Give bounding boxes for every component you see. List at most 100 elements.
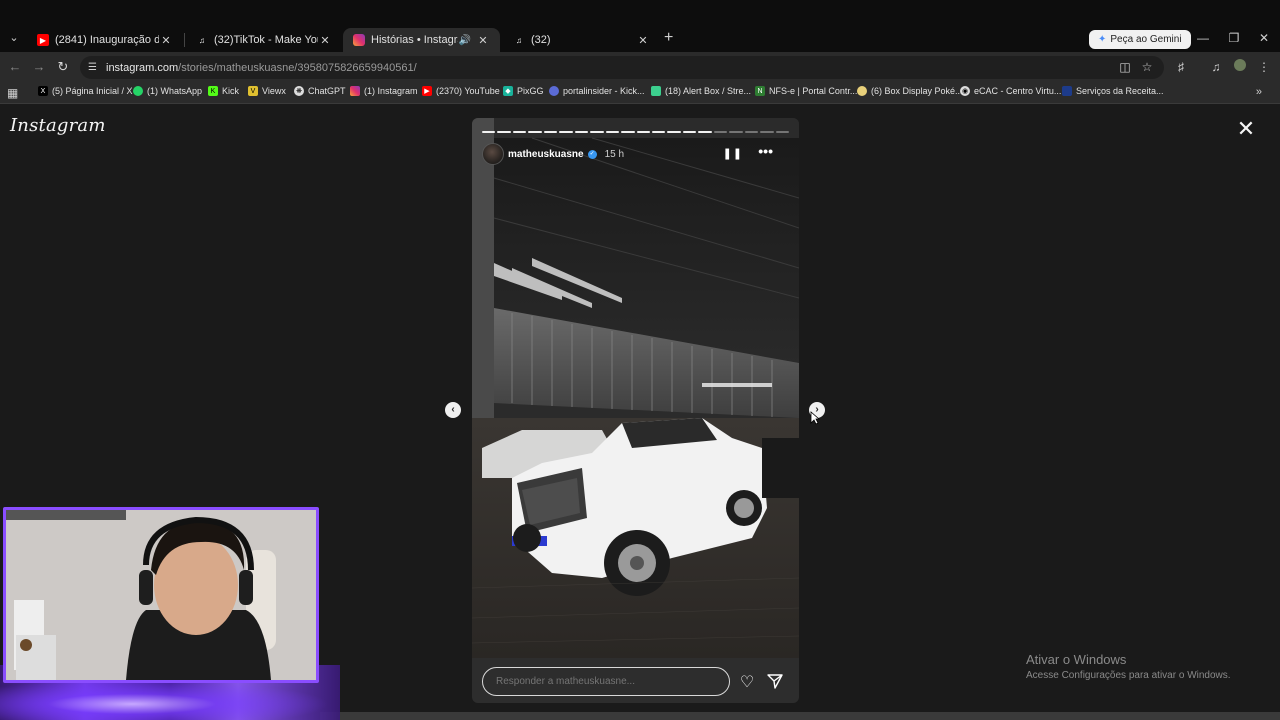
tab-title: (32) xyxy=(531,34,551,46)
new-tab-icon[interactable]: + xyxy=(664,30,678,46)
story-time: 15 h xyxy=(604,148,625,160)
restore-icon[interactable]: ❐ xyxy=(1227,31,1241,45)
windows-activation-watermark: Ativar o Windows Acesse Configurações pa… xyxy=(1026,652,1231,681)
browser-toolbar: ← → ↻ ☰ instagram.com/stories/matheuskua… xyxy=(0,52,1280,82)
tab-tiktok[interactable]: ♫ (32)TikTok - Make Your Day ✕ xyxy=(186,28,342,52)
whatsapp-icon xyxy=(133,86,143,96)
url-path: /stories/matheuskuasne/39580758266599405… xyxy=(178,61,417,74)
instagram-icon xyxy=(353,34,365,46)
bookmarks-bar: ▦ X (5) Página Inicial / X (1) WhatsApp K… xyxy=(0,82,1280,104)
story-username[interactable]: matheuskuasne xyxy=(508,149,584,160)
tiktok-icon: ♫ xyxy=(516,35,522,45)
close-icon[interactable]: ✕ xyxy=(1236,118,1256,140)
browser-menu-icon[interactable]: ⋮ xyxy=(1256,59,1272,75)
bookmark-label: Serviços da Receita... xyxy=(1076,86,1164,96)
url-host: instagram.com xyxy=(106,61,179,74)
audio-playing-icon[interactable]: 🔊 xyxy=(458,35,472,46)
bookmark-instagram[interactable]: (1) Instagram xyxy=(350,86,418,96)
bookmark-portalinsider[interactable]: portalinsider - Kick... xyxy=(549,86,645,96)
bookmark-pixgg[interactable]: ◆ PixGG xyxy=(503,86,544,96)
progress-segment xyxy=(713,131,728,133)
bookmark-label: eCAC - Centro Virtu... xyxy=(974,86,1062,96)
progress-segment xyxy=(559,131,573,133)
bookmark-label: ChatGPT xyxy=(308,86,346,96)
reply-input[interactable] xyxy=(482,667,730,696)
close-window-icon[interactable]: ✕ xyxy=(1257,31,1271,45)
like-heart-icon[interactable]: ♡ xyxy=(738,672,756,692)
ecac-icon: ◉ xyxy=(960,86,970,96)
tab-search-icon[interactable]: ⌄ xyxy=(6,30,22,46)
bookmark-label: NFS-e | Portal Contr... xyxy=(769,86,858,96)
bookmark-x[interactable]: X (5) Página Inicial / X xyxy=(38,86,133,96)
bookmark-label: portalinsider - Kick... xyxy=(563,86,645,96)
chatgpt-icon: ❋ xyxy=(294,86,304,96)
close-tab-icon[interactable]: ✕ xyxy=(159,34,173,47)
progress-segment xyxy=(744,131,759,133)
progress-segment xyxy=(621,131,635,133)
bookmark-label: (1) WhatsApp xyxy=(147,86,203,96)
pokeball-icon xyxy=(857,86,867,96)
bookmark-receita[interactable]: Serviços da Receita... xyxy=(1062,86,1164,96)
bookmark-nfse[interactable]: N NFS-e | Portal Contr... xyxy=(755,86,857,96)
story-viewer[interactable]: matheuskuasne ✓ 15 h ❚❚ ••• ♡ xyxy=(472,118,799,703)
reload-icon[interactable]: ↻ xyxy=(55,59,71,75)
bookmark-alertbox[interactable]: (18) Alert Box / Stre... xyxy=(651,86,751,96)
bookmark-label: (1) Instagram xyxy=(364,86,418,96)
progress-segment xyxy=(651,131,666,133)
taskbar-strip xyxy=(320,712,1280,720)
bookmark-pokemon[interactable]: (6) Box Display Poké... xyxy=(857,86,963,96)
tab-title: (2841) Inauguração do novo m xyxy=(55,34,159,46)
media-controls-icon[interactable]: ♫ xyxy=(1208,59,1224,75)
gemini-button[interactable]: ✦ Peça ao Gemini xyxy=(1089,30,1191,49)
watermark-subtitle: Acesse Configurações para ativar o Windo… xyxy=(1026,670,1231,681)
bookmark-label: PixGG xyxy=(517,86,544,96)
bookmark-whatsapp[interactable]: (1) WhatsApp xyxy=(133,86,202,96)
bookmark-star-icon[interactable]: ☆ xyxy=(1139,59,1155,75)
verified-badge-icon: ✓ xyxy=(587,149,597,159)
alertbox-icon xyxy=(651,86,661,96)
portal-icon xyxy=(549,86,559,96)
bookmark-label: (18) Alert Box / Stre... xyxy=(665,86,752,96)
more-bookmarks-icon[interactable]: » xyxy=(1256,86,1262,98)
bookmark-label: Viewx xyxy=(262,86,286,96)
tab-instagram-stories[interactable]: Histórias • Instagram 🔊 ✕ xyxy=(343,28,500,52)
close-tab-icon[interactable]: ✕ xyxy=(318,34,332,47)
tab-title: (32)TikTok - Make Your Day xyxy=(214,34,318,46)
tiktok-icon: ♫ xyxy=(199,35,205,45)
bookmark-viewx[interactable]: V Viewx xyxy=(248,86,286,96)
youtube-icon: ▶ xyxy=(422,86,432,96)
forward-icon[interactable]: → xyxy=(31,59,47,75)
close-tab-icon[interactable]: ✕ xyxy=(476,34,490,47)
webcam-overlay xyxy=(3,507,319,683)
previous-story-button[interactable]: ‹ xyxy=(445,402,461,418)
progress-segment xyxy=(543,131,558,133)
bookmark-chatgpt[interactable]: ❋ ChatGPT xyxy=(294,86,346,96)
tab-tiktok-2[interactable]: ♫ (32) ✕ xyxy=(503,28,660,52)
bookmark-kick[interactable]: K Kick xyxy=(208,86,239,96)
apps-grid-icon[interactable]: ▦ xyxy=(7,86,18,100)
bookmark-ecac[interactable]: ◉ eCAC - Centro Virtu... xyxy=(960,86,1061,96)
avatar[interactable] xyxy=(482,143,504,165)
progress-segment xyxy=(682,131,697,133)
close-tab-icon[interactable]: ✕ xyxy=(636,34,650,47)
nfse-icon: N xyxy=(755,86,765,96)
youtube-icon: ▶ xyxy=(37,34,49,46)
profile-avatar-icon[interactable] xyxy=(1232,59,1248,75)
webcam-glow-highlight xyxy=(0,680,330,720)
progress-segment xyxy=(528,131,542,133)
bookmark-youtube[interactable]: ▶ (2370) YouTube xyxy=(422,86,500,96)
viewx-icon: V xyxy=(248,86,258,96)
back-icon[interactable]: ← xyxy=(7,59,23,75)
progress-segment xyxy=(497,131,511,133)
more-options-icon[interactable]: ••• xyxy=(758,143,773,159)
extensions-icon[interactable]: ♯ xyxy=(1173,59,1189,75)
site-info-icon[interactable]: ☰ xyxy=(88,62,100,73)
instagram-logo[interactable]: Instagram xyxy=(10,115,106,136)
install-app-icon[interactable]: ◫ xyxy=(1117,59,1133,75)
tab-youtube[interactable]: ▶ (2841) Inauguração do novo m ✕ xyxy=(27,28,183,52)
mouse-cursor-icon xyxy=(810,411,820,425)
minimize-icon[interactable]: — xyxy=(1196,31,1210,45)
address-bar[interactable]: ☰ instagram.com/stories/matheuskuasne/39… xyxy=(80,56,1164,79)
share-send-icon[interactable] xyxy=(766,672,784,690)
pause-icon[interactable]: ❚❚ xyxy=(723,147,743,160)
